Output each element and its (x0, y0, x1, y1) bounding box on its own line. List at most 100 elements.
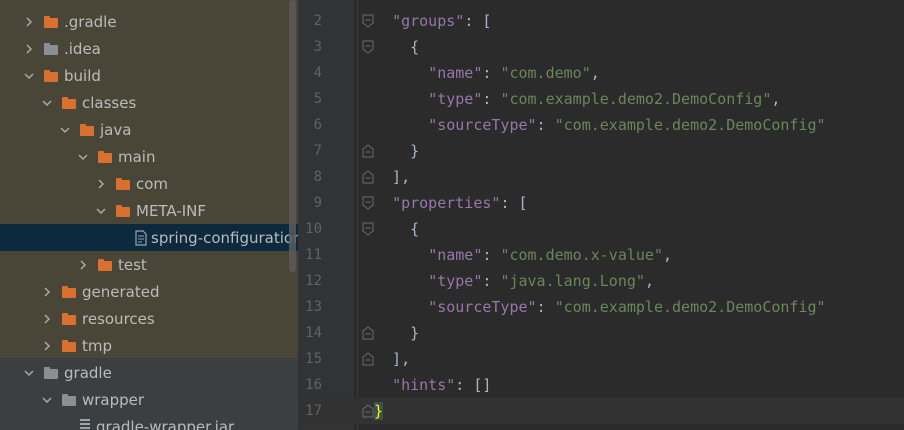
folder-icon (62, 312, 76, 325)
folder-icon (116, 177, 130, 190)
code-line[interactable]: 14 } (298, 320, 904, 346)
tree-item-label: wrapper (82, 390, 145, 409)
tree-item-tmp[interactable]: tmp (0, 332, 298, 359)
code-text: "type": "com.example.demo2.DemoConfig", (374, 86, 780, 112)
tree-item-label: resources (82, 309, 155, 328)
line-number: 2 (313, 13, 322, 29)
fold-open-icon[interactable] (362, 222, 374, 236)
json-punct (374, 272, 428, 290)
fold-open-icon[interactable] (362, 14, 374, 28)
code-text: "sourceType": "com.example.demo2.DemoCon… (374, 294, 826, 320)
tree-item-gradle[interactable]: gradle (0, 359, 298, 386)
tree-item-label: generated (82, 282, 160, 301)
tree-item-java[interactable]: java (0, 116, 298, 143)
code-line[interactable]: 9 "properties": [ (298, 190, 904, 216)
fold-open-icon[interactable] (362, 40, 374, 54)
fold-close-icon[interactable] (362, 144, 374, 158)
code-line[interactable]: 3 { (298, 34, 904, 60)
chevron-down-icon[interactable] (22, 359, 36, 386)
chevron-down-icon[interactable] (40, 386, 54, 413)
tree-item-com[interactable]: com (0, 170, 298, 197)
chevron-down-icon[interactable] (40, 89, 54, 116)
code-text: } (374, 138, 419, 164)
tree-item-label: build (64, 66, 101, 85)
tree-item-test[interactable]: test (0, 251, 298, 278)
tree-item-meta-inf[interactable]: META-INF (0, 197, 298, 224)
line-number: 10 (305, 221, 322, 237)
fold-close-icon[interactable] (362, 326, 374, 340)
fold-close-icon[interactable] (362, 352, 374, 366)
tree-scrollbar[interactable] (289, 0, 296, 272)
code-line[interactable]: 15 ], (298, 346, 904, 372)
code-line[interactable]: 6 "sourceType": "com.example.demo2.DemoC… (298, 112, 904, 138)
code-line[interactable]: 4 "name": "com.demo", (298, 60, 904, 86)
code-line[interactable]: 8 ], (298, 164, 904, 190)
chevron-right-icon[interactable] (22, 35, 36, 62)
json-punct: : (536, 116, 555, 134)
json-punct: : (482, 90, 501, 108)
json-punct: : [ (500, 194, 528, 212)
code-line[interactable]: 17} (298, 398, 904, 424)
chevron-right-icon[interactable] (76, 251, 90, 278)
chevron-right-icon[interactable] (94, 170, 108, 197)
code-line[interactable]: 13 "sourceType": "com.example.demo2.Demo… (298, 294, 904, 320)
json-punct: } (374, 324, 420, 342)
project-tree: .gradle .idea build classes java main com META-… (0, 0, 298, 430)
json-punct: { (374, 220, 420, 238)
tree-header-strip (0, 0, 298, 6)
code-text: "type": "java.lang.Long", (374, 268, 654, 294)
tree-item-build[interactable]: build (0, 62, 298, 89)
code-text: } (374, 320, 419, 346)
json-key: "name" (428, 64, 483, 82)
json-string: "com.example.demo2.DemoConfig" (554, 298, 826, 316)
code-line[interactable]: 10 { (298, 216, 904, 242)
chevron-down-icon[interactable] (22, 62, 36, 89)
tree-item-spring-configuration[interactable]: spring-configuration- (0, 224, 298, 251)
folder-icon (62, 96, 76, 109)
code-line[interactable]: 12 "type": "java.lang.Long", (298, 268, 904, 294)
chevron-right-icon[interactable] (40, 305, 54, 332)
fold-close-icon[interactable] (362, 170, 374, 184)
chevron-down-icon[interactable] (76, 143, 90, 170)
chevron-right-icon[interactable] (40, 278, 54, 305)
code-text: "sourceType": "com.example.demo2.DemoCon… (374, 112, 825, 138)
code-line[interactable]: 5 "type": "com.example.demo2.DemoConfig"… (298, 86, 904, 112)
tree-item-main[interactable]: main (0, 143, 298, 170)
json-string: "java.lang.Long" (500, 272, 645, 290)
fold-close-icon[interactable] (362, 404, 374, 418)
tree-item-wrapper[interactable]: wrapper (0, 386, 298, 413)
tree-item-label: tmp (82, 336, 113, 355)
tree-item-idea[interactable]: .idea (0, 35, 298, 62)
line-number: 3 (313, 39, 322, 55)
code-editor[interactable]: 2 "groups": [3 {4 "name": "com.demo", 5 "… (298, 0, 904, 430)
json-punct: } (374, 142, 420, 160)
chevron-down-icon[interactable] (58, 116, 72, 143)
code-text: "name": "com.demo.x-value", (374, 242, 672, 268)
code-line[interactable]: 16 "hints": [] (298, 372, 904, 398)
json-punct (374, 116, 428, 134)
fold-open-icon[interactable] (362, 196, 374, 210)
chevron-right-icon[interactable] (22, 8, 36, 35)
code-line[interactable]: 7 } (298, 138, 904, 164)
json-key: "sourceType" (428, 116, 537, 134)
tree-item-label: gradle-wrapper.jar (96, 417, 235, 430)
code-text: "name": "com.demo", (374, 60, 600, 86)
json-punct: : [] (455, 376, 492, 394)
json-key: "hints" (392, 376, 456, 394)
tree-item-generated[interactable]: generated (0, 278, 298, 305)
line-number: 4 (313, 65, 322, 81)
line-number: 5 (313, 91, 322, 107)
tree-item-gradle-wrapper-jar[interactable]: gradle-wrapper.jar (0, 413, 298, 430)
json-punct (374, 376, 392, 394)
tree-item-gradle[interactable]: .gradle (0, 8, 298, 35)
json-punct: ], (374, 350, 411, 368)
tree-item-classes[interactable]: classes (0, 89, 298, 116)
code-text: ], (374, 346, 410, 372)
chevron-right-icon[interactable] (40, 332, 54, 359)
line-number: 9 (313, 195, 322, 211)
chevron-down-icon[interactable] (94, 197, 108, 224)
code-line[interactable]: 11 "name": "com.demo.x-value", (298, 242, 904, 268)
code-line[interactable]: 2 "groups": [ (298, 8, 904, 34)
tree-item-label: gradle (64, 363, 112, 382)
tree-item-resources[interactable]: resources (0, 305, 298, 332)
